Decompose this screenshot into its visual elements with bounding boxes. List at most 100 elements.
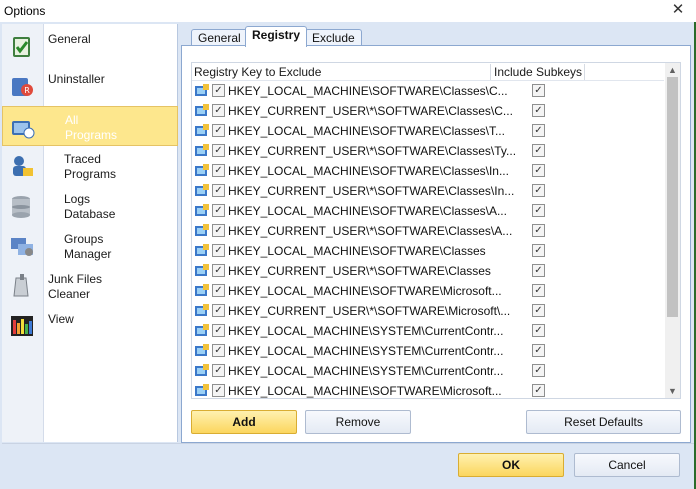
registry-key-icon <box>195 364 209 376</box>
registry-key-text: HKEY_LOCAL_MACHINE\SOFTWARE\Classes\T... <box>228 124 505 138</box>
list-scrollbar[interactable]: ▲ ▼ <box>665 63 680 398</box>
registry-key-icon <box>195 124 209 136</box>
row-checkbox[interactable]: ✓ <box>212 324 225 337</box>
sidebar-item-label: Uninstaller <box>48 72 105 86</box>
include-subkeys-checkbox[interactable]: ✓ <box>532 384 545 397</box>
table-row[interactable]: ✓ HKEY_LOCAL_MACHINE\SOFTWARE\Classes\In.… <box>192 161 664 181</box>
include-subkeys-checkbox[interactable]: ✓ <box>532 84 545 97</box>
include-subkeys-checkbox[interactable]: ✓ <box>532 124 545 137</box>
table-row[interactable]: ✓ HKEY_LOCAL_MACHINE\SYSTEM\CurrentContr.… <box>192 341 664 361</box>
table-row[interactable]: ✓ HKEY_LOCAL_MACHINE\SOFTWARE\Classes\A..… <box>192 201 664 221</box>
uninstaller-icon: R <box>12 78 33 96</box>
scrollbar-thumb[interactable] <box>667 77 678 317</box>
include-subkeys-checkbox[interactable]: ✓ <box>532 184 545 197</box>
close-icon[interactable]: ✕ <box>670 2 686 18</box>
include-subkeys-checkbox[interactable]: ✓ <box>532 284 545 297</box>
registry-key-text: HKEY_CURRENT_USER\*\SOFTWARE\Microsoft\.… <box>228 304 511 318</box>
row-checkbox[interactable]: ✓ <box>212 384 225 397</box>
include-subkeys-checkbox[interactable]: ✓ <box>532 244 545 257</box>
sidebar-item-label: All Programs <box>65 113 118 142</box>
include-subkeys-checkbox[interactable]: ✓ <box>532 224 545 237</box>
registry-exclude-list[interactable]: Registry Key to Exclude Include Subkeys … <box>191 62 681 399</box>
traced-programs-icon <box>13 156 33 176</box>
row-checkbox[interactable]: ✓ <box>212 124 225 137</box>
junk-files-icon <box>13 274 29 297</box>
table-row[interactable]: ✓ HKEY_LOCAL_MACHINE\SOFTWARE\Classes ✓ <box>192 241 664 261</box>
table-row[interactable]: ✓ HKEY_CURRENT_USER\*\SOFTWARE\Classes\In… <box>192 181 664 201</box>
scroll-up-arrow-icon[interactable]: ▲ <box>665 63 680 77</box>
registry-key-text: HKEY_CURRENT_USER\*\SOFTWARE\Classes\A..… <box>228 224 513 238</box>
column-header-registry-key[interactable]: Registry Key to Exclude <box>194 65 321 79</box>
add-button[interactable]: Add <box>191 410 297 434</box>
column-header-include-subkeys[interactable]: Include Subkeys <box>494 65 582 79</box>
include-subkeys-checkbox[interactable]: ✓ <box>532 344 545 357</box>
cancel-button[interactable]: Cancel <box>574 453 680 477</box>
sidebar-item-logs-database[interactable]: Logs Database <box>2 186 178 226</box>
row-checkbox[interactable]: ✓ <box>212 244 225 257</box>
row-checkbox[interactable]: ✓ <box>212 304 225 317</box>
table-row[interactable]: ✓ HKEY_LOCAL_MACHINE\SYSTEM\CurrentContr.… <box>192 361 664 381</box>
include-subkeys-checkbox[interactable]: ✓ <box>532 104 545 117</box>
table-row[interactable]: ✓ HKEY_LOCAL_MACHINE\SOFTWARE\Microsoft..… <box>192 381 664 398</box>
registry-key-text: HKEY_LOCAL_MACHINE\SOFTWARE\Microsoft... <box>228 284 502 298</box>
registry-key-icon <box>195 164 209 176</box>
sidebar-item-view[interactable]: View <box>2 306 178 346</box>
include-subkeys-checkbox[interactable]: ✓ <box>532 304 545 317</box>
registry-key-icon <box>195 224 209 236</box>
sidebar-item-uninstaller[interactable]: R Uninstaller <box>2 66 178 106</box>
registry-key-text: HKEY_LOCAL_MACHINE\SOFTWARE\Classes\In..… <box>228 164 509 178</box>
reset-defaults-button[interactable]: Reset Defaults <box>526 410 681 434</box>
row-checkbox[interactable]: ✓ <box>212 364 225 377</box>
sidebar-item-junk-files-cleaner[interactable]: Junk Files Cleaner <box>2 266 178 306</box>
table-row[interactable]: ✓ HKEY_LOCAL_MACHINE\SOFTWARE\Classes\C..… <box>192 81 664 101</box>
include-subkeys-checkbox[interactable]: ✓ <box>532 144 545 157</box>
registry-key-icon <box>195 204 209 216</box>
remove-button[interactable]: Remove <box>305 410 411 434</box>
table-row[interactable]: ✓ HKEY_LOCAL_MACHINE\SYSTEM\CurrentContr.… <box>192 321 664 341</box>
include-subkeys-checkbox[interactable]: ✓ <box>532 164 545 177</box>
sidebar-item-label: View <box>48 312 74 326</box>
row-checkbox[interactable]: ✓ <box>212 104 225 117</box>
table-row[interactable]: ✓ HKEY_CURRENT_USER\*\SOFTWARE\Classes\Ty… <box>192 141 664 161</box>
table-row[interactable]: ✓ HKEY_CURRENT_USER\*\SOFTWARE\Classes\C.… <box>192 101 664 121</box>
title-bar: Options ✕ <box>0 0 696 22</box>
column-separator[interactable] <box>584 64 585 80</box>
tab-registry[interactable]: Registry <box>245 26 308 47</box>
row-checkbox[interactable]: ✓ <box>212 344 225 357</box>
row-checkbox[interactable]: ✓ <box>212 204 225 217</box>
table-row[interactable]: ✓ HKEY_LOCAL_MACHINE\SOFTWARE\Microsoft..… <box>192 281 664 301</box>
row-checkbox[interactable]: ✓ <box>212 284 225 297</box>
registry-key-text: HKEY_CURRENT_USER\*\SOFTWARE\Classes\Ty.… <box>228 144 517 158</box>
include-subkeys-checkbox[interactable]: ✓ <box>532 324 545 337</box>
registry-key-text: HKEY_CURRENT_USER\*\SOFTWARE\Classes\C..… <box>228 104 513 118</box>
sidebar-item-all-programs[interactable]: All Programs <box>2 106 178 146</box>
include-subkeys-checkbox[interactable]: ✓ <box>532 204 545 217</box>
registry-key-text: HKEY_LOCAL_MACHINE\SYSTEM\CurrentContr..… <box>228 364 504 378</box>
row-checkbox[interactable]: ✓ <box>212 84 225 97</box>
registry-key-icon <box>195 344 209 356</box>
registry-key-text: HKEY_CURRENT_USER\*\SOFTWARE\Classes <box>228 264 491 278</box>
table-row[interactable]: ✓ HKEY_LOCAL_MACHINE\SOFTWARE\Classes\T..… <box>192 121 664 141</box>
column-separator[interactable] <box>490 64 491 80</box>
registry-key-text: HKEY_CURRENT_USER\*\SOFTWARE\Classes\In.… <box>228 184 515 198</box>
include-subkeys-checkbox[interactable]: ✓ <box>532 264 545 277</box>
table-row[interactable]: ✓ HKEY_CURRENT_USER\*\SOFTWARE\Classes ✓ <box>192 261 664 281</box>
row-checkbox[interactable]: ✓ <box>212 264 225 277</box>
row-checkbox[interactable]: ✓ <box>212 164 225 177</box>
row-checkbox[interactable]: ✓ <box>212 184 225 197</box>
sidebar-item-traced-programs[interactable]: Traced Programs <box>2 146 178 186</box>
table-row[interactable]: ✓ HKEY_CURRENT_USER\*\SOFTWARE\Microsoft\… <box>192 301 664 321</box>
registry-key-text: HKEY_LOCAL_MACHINE\SOFTWARE\Classes\A... <box>228 204 507 218</box>
sidebar-item-general[interactable]: General <box>2 26 178 66</box>
sidebar-item-label: Junk Files Cleaner <box>48 272 103 301</box>
table-row[interactable]: ✓ HKEY_CURRENT_USER\*\SOFTWARE\Classes\A.… <box>192 221 664 241</box>
sidebar-item-label: General <box>48 32 91 46</box>
row-checkbox[interactable]: ✓ <box>212 224 225 237</box>
registry-key-icon <box>195 264 209 276</box>
sidebar-item-groups-manager[interactable]: Groups Manager <box>2 226 178 266</box>
row-checkbox[interactable]: ✓ <box>212 144 225 157</box>
include-subkeys-checkbox[interactable]: ✓ <box>532 364 545 377</box>
ok-button[interactable]: OK <box>458 453 564 477</box>
registry-key-icon <box>195 324 209 336</box>
scroll-down-arrow-icon[interactable]: ▼ <box>665 384 680 398</box>
